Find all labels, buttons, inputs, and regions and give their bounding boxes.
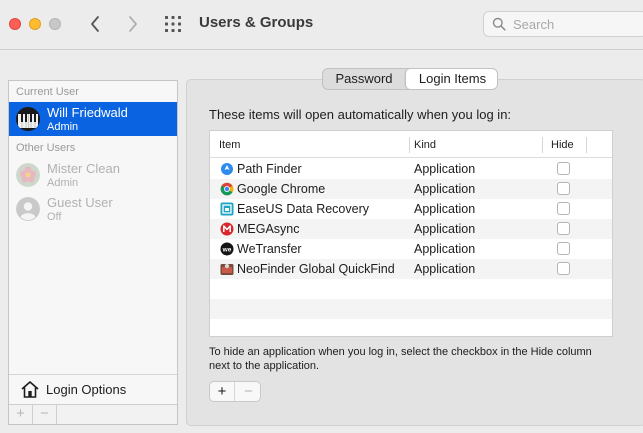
chrome-icon bbox=[220, 182, 234, 196]
login-options-button[interactable]: Login Options bbox=[9, 374, 177, 404]
tab-login-items[interactable]: Login Items bbox=[405, 69, 497, 89]
hide-checkbox[interactable] bbox=[557, 162, 570, 175]
login-items-table: Item Kind Hide Path Finder Application G… bbox=[209, 130, 613, 337]
search-input[interactable] bbox=[513, 16, 633, 32]
chevron-left-icon bbox=[91, 16, 99, 32]
login-item-buttons: + − bbox=[209, 381, 261, 402]
tab-control: Password Login Items bbox=[322, 68, 498, 90]
tab-password[interactable]: Password bbox=[323, 69, 405, 89]
house-icon bbox=[21, 381, 39, 398]
table-header: Item Kind Hide bbox=[210, 131, 612, 158]
other-users-label: Other Users bbox=[16, 142, 76, 154]
item-kind: Application bbox=[414, 162, 476, 176]
login-items-description: These items will open automatically when… bbox=[209, 107, 512, 122]
mega-icon bbox=[220, 222, 234, 236]
item-kind: Application bbox=[414, 242, 476, 256]
users-list: Current User Will Friedwald Admin Other … bbox=[8, 80, 178, 425]
avatar bbox=[16, 107, 40, 131]
avatar bbox=[16, 163, 40, 187]
back-button[interactable] bbox=[85, 13, 107, 35]
avatar bbox=[16, 197, 40, 221]
user-name: Guest User bbox=[47, 195, 113, 210]
hide-checkbox[interactable] bbox=[557, 222, 570, 235]
user-name: Mister Clean bbox=[47, 161, 120, 176]
person-avatar-icon bbox=[16, 197, 40, 221]
search-field[interactable] bbox=[483, 11, 643, 37]
grid-icon bbox=[165, 16, 181, 32]
column-divider[interactable] bbox=[409, 137, 410, 153]
item-name: EaseUS Data Recovery bbox=[237, 202, 370, 216]
minimize-button[interactable] bbox=[29, 18, 41, 30]
column-hide[interactable]: Hide bbox=[551, 139, 574, 151]
table-row[interactable]: Google Chrome Application bbox=[210, 179, 612, 199]
table-row[interactable]: NeoFinder Global QuickFind Application bbox=[210, 259, 612, 279]
close-button[interactable] bbox=[9, 18, 21, 30]
remove-user-button[interactable]: − bbox=[33, 405, 57, 424]
flower-avatar-icon bbox=[16, 163, 40, 187]
current-user-label: Current User bbox=[16, 86, 79, 98]
window-title: Users & Groups bbox=[199, 14, 314, 31]
user-row-mister-clean[interactable]: Mister Clean Admin bbox=[9, 158, 177, 192]
empty-row bbox=[210, 279, 612, 299]
item-kind: Application bbox=[414, 202, 476, 216]
user-list-buttons: + − bbox=[9, 404, 177, 424]
item-kind: Application bbox=[414, 262, 476, 276]
hide-checkbox[interactable] bbox=[557, 182, 570, 195]
item-kind: Application bbox=[414, 222, 476, 236]
hide-checkbox[interactable] bbox=[557, 202, 570, 215]
window-toolbar: Users & Groups bbox=[0, 0, 643, 50]
user-role: Off bbox=[47, 211, 62, 223]
item-name: WeTransfer bbox=[237, 242, 302, 256]
path-finder-icon bbox=[221, 163, 233, 175]
item-name: NeoFinder Global QuickFind bbox=[237, 262, 395, 276]
empty-row bbox=[210, 319, 612, 336]
table-row[interactable]: we WeTransfer Application bbox=[210, 239, 612, 259]
forward-button[interactable] bbox=[122, 13, 144, 35]
search-icon bbox=[492, 17, 506, 31]
add-login-item-button[interactable]: + bbox=[210, 382, 235, 401]
user-name: Will Friedwald bbox=[47, 105, 128, 120]
table-row[interactable]: MEGAsync Application bbox=[210, 219, 612, 239]
login-options-label: Login Options bbox=[46, 382, 127, 397]
column-kind[interactable]: Kind bbox=[414, 139, 436, 151]
user-row-guest-user[interactable]: Guest User Off bbox=[9, 192, 177, 226]
user-row-will-friedwald[interactable]: Will Friedwald Admin bbox=[9, 102, 177, 136]
hide-checkbox[interactable] bbox=[557, 242, 570, 255]
column-divider[interactable] bbox=[586, 137, 587, 153]
column-divider[interactable] bbox=[542, 137, 543, 153]
item-kind: Application bbox=[414, 182, 476, 196]
user-role: Admin bbox=[47, 121, 79, 133]
hide-hint: To hide an application when you log in, … bbox=[209, 346, 592, 372]
chevron-right-icon bbox=[129, 16, 137, 32]
table-row[interactable]: Path Finder Application bbox=[210, 159, 612, 179]
easeus-icon bbox=[220, 202, 234, 216]
show-all-button[interactable] bbox=[164, 15, 182, 33]
svg-text:we: we bbox=[222, 246, 232, 253]
add-user-button[interactable]: + bbox=[9, 405, 33, 424]
piano-avatar-icon bbox=[16, 107, 40, 131]
remove-login-item-button[interactable]: − bbox=[236, 382, 261, 401]
neofinder-icon bbox=[220, 263, 234, 275]
fullscreen-button[interactable] bbox=[49, 18, 61, 30]
item-name: Google Chrome bbox=[237, 182, 326, 196]
empty-row bbox=[210, 299, 612, 319]
wetransfer-icon: we bbox=[220, 242, 234, 256]
item-name: MEGAsync bbox=[237, 222, 300, 236]
item-name: Path Finder bbox=[237, 162, 302, 176]
table-row[interactable]: EaseUS Data Recovery Application bbox=[210, 199, 612, 219]
hide-checkbox[interactable] bbox=[557, 262, 570, 275]
column-item[interactable]: Item bbox=[219, 139, 240, 151]
user-role: Admin bbox=[47, 177, 79, 189]
